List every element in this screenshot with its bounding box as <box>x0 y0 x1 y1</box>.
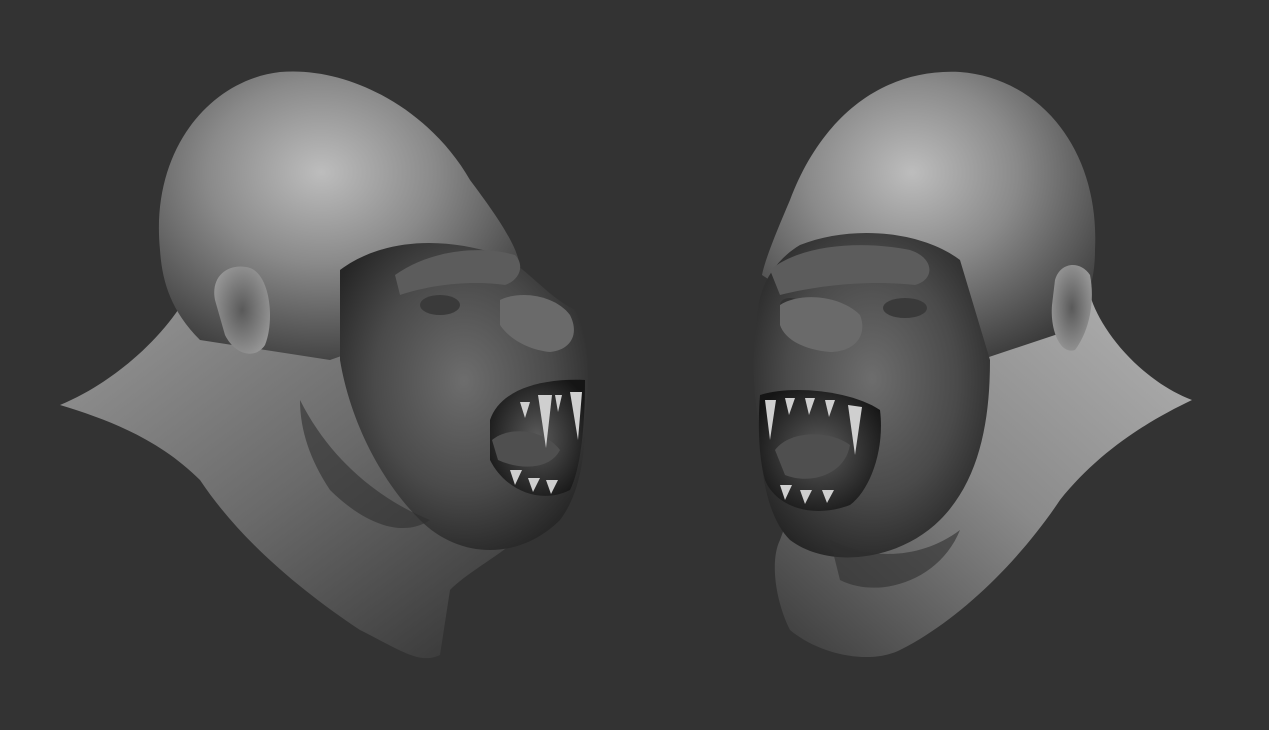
eye <box>420 295 460 315</box>
render-viewport <box>0 0 1269 730</box>
sculpt-render <box>60 71 1192 659</box>
left-view <box>60 71 588 659</box>
right-view <box>753 71 1192 658</box>
eye <box>883 298 927 318</box>
